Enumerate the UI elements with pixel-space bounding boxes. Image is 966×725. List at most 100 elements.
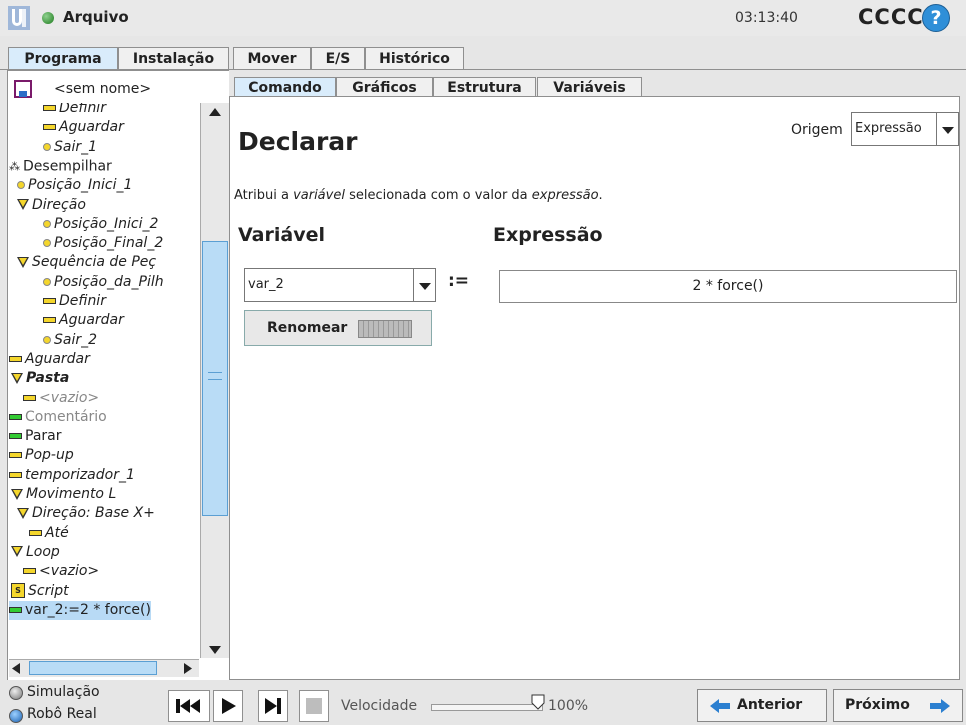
tree-item[interactable]: Direção: Base X+ [17, 504, 155, 523]
tree-item[interactable]: Direção [17, 196, 86, 215]
tree-item-label: Posição_Inici_1 [28, 177, 133, 194]
tab-comando[interactable]: Comando [234, 77, 336, 98]
origin-dropdown[interactable]: Expressão [851, 112, 959, 146]
expression-field[interactable]: 2 * force() [499, 270, 957, 303]
folder-triangle-icon [17, 256, 29, 268]
previous-button[interactable]: Anterior [697, 689, 827, 722]
folder-triangle-icon [17, 507, 29, 519]
tree-item-label: Posição_da_Pilh [54, 273, 164, 290]
command-description: Atribui a variável selecionada com o val… [234, 188, 603, 203]
rename-label: Renomear [267, 320, 348, 336]
tree-item[interactable]: Parar [9, 427, 61, 446]
program-name-row: <sem nome> [8, 79, 229, 101]
next-button[interactable]: Próximo [833, 689, 963, 722]
arrow-left-icon [710, 699, 730, 713]
bar-icon [23, 568, 36, 575]
tab-mover[interactable]: Mover [233, 47, 311, 70]
folder-triangle-icon [11, 488, 23, 500]
tree-item-label: Sair_1 [54, 138, 98, 155]
scroll-right-icon[interactable] [184, 663, 192, 674]
scroll-left-icon[interactable] [12, 663, 20, 674]
tree-item[interactable]: Sair_2 [43, 331, 97, 350]
stack-icon: ⁂ [9, 159, 20, 173]
tree-item[interactable]: ⁂ Desempilhar [9, 157, 112, 176]
speed-slider-thumb[interactable] [531, 694, 545, 710]
tree-item[interactable]: Aguardar [43, 118, 124, 137]
expression-heading: Expressão [493, 224, 603, 246]
play-button[interactable] [213, 690, 243, 722]
folder-triangle-icon [11, 372, 23, 384]
variable-heading: Variável [238, 224, 325, 246]
speed-label: Velocidade [341, 698, 418, 714]
tree-item[interactable]: Loop [11, 543, 60, 562]
save-icon[interactable] [14, 80, 32, 98]
tree-item[interactable]: Sequência de Peç [17, 253, 156, 272]
program-tree-panel: <sem nome> Definir Aguardar Sair_1 ⁂ Desempi… [7, 70, 230, 719]
rename-button[interactable]: Renomear [244, 310, 432, 346]
variable-dropdown[interactable]: var_2 [244, 268, 436, 302]
bar-icon [9, 452, 22, 459]
bar-icon [43, 124, 56, 131]
top-bar [0, 0, 966, 36]
help-icon[interactable]: ? [922, 4, 950, 32]
tree-item[interactable]: S Script [11, 582, 69, 601]
ur-logo-icon [8, 6, 30, 30]
tree-item[interactable]: <vazio> [23, 562, 99, 581]
clock: 03:13:40 [735, 10, 798, 26]
chevron-down-icon[interactable] [413, 269, 435, 301]
tree-item[interactable]: var_2:=2 * force() [9, 600, 151, 620]
tree-item[interactable]: Posição_da_Pilh [43, 273, 164, 292]
tab-historico[interactable]: Histórico [365, 47, 464, 70]
bar-icon [43, 298, 56, 304]
tree-item[interactable]: Definir [43, 292, 106, 311]
bar-icon [29, 529, 42, 536]
tree-item[interactable]: <vazio> [23, 389, 99, 408]
step-button[interactable] [258, 690, 288, 722]
tree-item[interactable]: Aguardar [43, 311, 124, 330]
tree-item-label: Aguardar [25, 350, 90, 367]
tree-item[interactable]: Posição_Inici_2 [43, 215, 158, 234]
tree-scroll-thumb[interactable] [202, 241, 228, 516]
program-tree[interactable]: Definir Aguardar Sair_1 ⁂ Desempilhar Posição… [9, 103, 199, 658]
tab-instalacao[interactable]: Instalação [118, 47, 229, 70]
stop-button[interactable] [299, 690, 329, 722]
tree-item-label: <vazio> [39, 563, 100, 580]
tree-item[interactable]: Pasta [11, 369, 69, 388]
keyboard-icon [358, 320, 412, 338]
tree-item[interactable]: Até [29, 524, 69, 543]
tab-graficos[interactable]: Gráficos [336, 77, 433, 98]
tab-variaveis[interactable]: Variáveis [537, 77, 642, 98]
tree-item[interactable]: Posição_Inici_1 [17, 176, 132, 195]
skip-back-icon [176, 699, 200, 713]
tree-item[interactable]: Comentário [9, 408, 107, 427]
tab-estrutura[interactable]: Estrutura [433, 77, 536, 98]
app-title[interactable]: Arquivo [63, 8, 129, 26]
real-robot-radio[interactable] [9, 709, 23, 723]
tree-item-label: Direção [32, 196, 86, 213]
page-title: Declarar [238, 127, 358, 156]
skip-to-start-button[interactable] [168, 690, 210, 722]
simulation-radio[interactable] [9, 686, 23, 700]
tree-item[interactable]: Pop-up [9, 446, 74, 465]
tab-es[interactable]: E/S [311, 47, 365, 70]
tree-item[interactable]: Aguardar [9, 350, 90, 369]
tree-item[interactable]: Definir [43, 103, 106, 118]
folder-triangle-icon [17, 199, 29, 210]
tree-horizontal-scrollbar[interactable] [9, 659, 199, 677]
tree-item[interactable]: temporizador_1 [9, 466, 135, 485]
tree-item-label: Desempilhar [23, 158, 112, 175]
tree-hscroll-thumb[interactable] [29, 661, 157, 675]
chevron-down-icon[interactable] [936, 113, 958, 145]
tree-item-label: <vazio> [39, 389, 100, 406]
tree-item[interactable]: Movimento L [11, 485, 116, 504]
tab-programa[interactable]: Programa [8, 47, 118, 71]
variable-value: var_2 [248, 277, 284, 292]
speed-slider[interactable] [431, 704, 543, 711]
tree-item[interactable]: Posição_Final_2 [43, 234, 163, 253]
tree-item-label: Aguardar [59, 119, 124, 136]
command-panel: Declarar Origem Expressão Atribui a vari… [229, 96, 960, 680]
scroll-up-icon[interactable] [209, 108, 221, 116]
tree-item[interactable]: Sair_1 [43, 138, 97, 157]
scroll-down-icon[interactable] [209, 646, 221, 654]
tree-item-label: var_2:=2 * force() [25, 601, 151, 618]
